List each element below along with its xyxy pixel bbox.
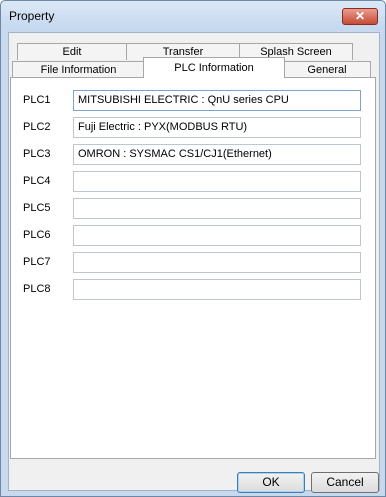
plc-row-3: PLC3 OMRON : SYSMAC CS1/CJ1(Ethernet) xyxy=(23,144,368,165)
plc3-field[interactable]: OMRON : SYSMAC CS1/CJ1(Ethernet) xyxy=(73,144,361,165)
title-bar[interactable]: Property ✕ xyxy=(1,1,385,29)
close-icon: ✕ xyxy=(354,9,366,23)
plc-label: PLC2 xyxy=(23,121,51,133)
plc1-field[interactable]: MITSUBISHI ELECTRIC : QnU series CPU xyxy=(73,90,361,111)
window-title: Property xyxy=(9,9,55,23)
plc7-field[interactable] xyxy=(73,252,361,273)
tab-edit[interactable]: Edit xyxy=(17,43,127,60)
plc-row-2: PLC2 Fuji Electric : PYX(MODBUS RTU) xyxy=(23,117,368,138)
plc-information-panel: PLC1 MITSUBISHI ELECTRIC : QnU series CP… xyxy=(10,77,376,459)
plc-row-4: PLC4 xyxy=(23,171,368,192)
close-button[interactable]: ✕ xyxy=(342,8,378,25)
plc-row-7: PLC7 xyxy=(23,252,368,273)
cancel-button[interactable]: Cancel xyxy=(311,472,379,493)
plc-label: PLC4 xyxy=(23,175,51,187)
ok-button[interactable]: OK xyxy=(237,472,305,493)
property-dialog: Property ✕ Edit Transfer Splash Screen F… xyxy=(0,0,386,497)
tab-plc-information[interactable]: PLC Information xyxy=(143,57,285,78)
plc-label: PLC1 xyxy=(23,94,51,106)
plc8-field[interactable] xyxy=(73,279,361,300)
plc6-field[interactable] xyxy=(73,225,361,246)
plc-label: PLC6 xyxy=(23,229,51,241)
tab-general[interactable]: General xyxy=(283,61,371,78)
tab-label: PLC Information xyxy=(174,62,254,74)
plc-label: PLC5 xyxy=(23,202,51,214)
plc-label: PLC3 xyxy=(23,148,51,160)
plc-row-5: PLC5 xyxy=(23,198,368,219)
plc2-field[interactable]: Fuji Electric : PYX(MODBUS RTU) xyxy=(73,117,361,138)
plc-label: PLC8 xyxy=(23,283,51,295)
tab-file-information[interactable]: File Information xyxy=(12,61,145,78)
plc-row-1: PLC1 MITSUBISHI ELECTRIC : QnU series CP… xyxy=(23,90,368,111)
tab-label: Edit xyxy=(62,46,82,58)
tab-label: File Information xyxy=(40,64,117,76)
tab-label: General xyxy=(307,64,347,76)
plc-label: PLC7 xyxy=(23,256,51,268)
plc-row-6: PLC6 xyxy=(23,225,368,246)
plc-row-8: PLC8 xyxy=(23,279,368,300)
plc5-field[interactable] xyxy=(73,198,361,219)
plc4-field[interactable] xyxy=(73,171,361,192)
